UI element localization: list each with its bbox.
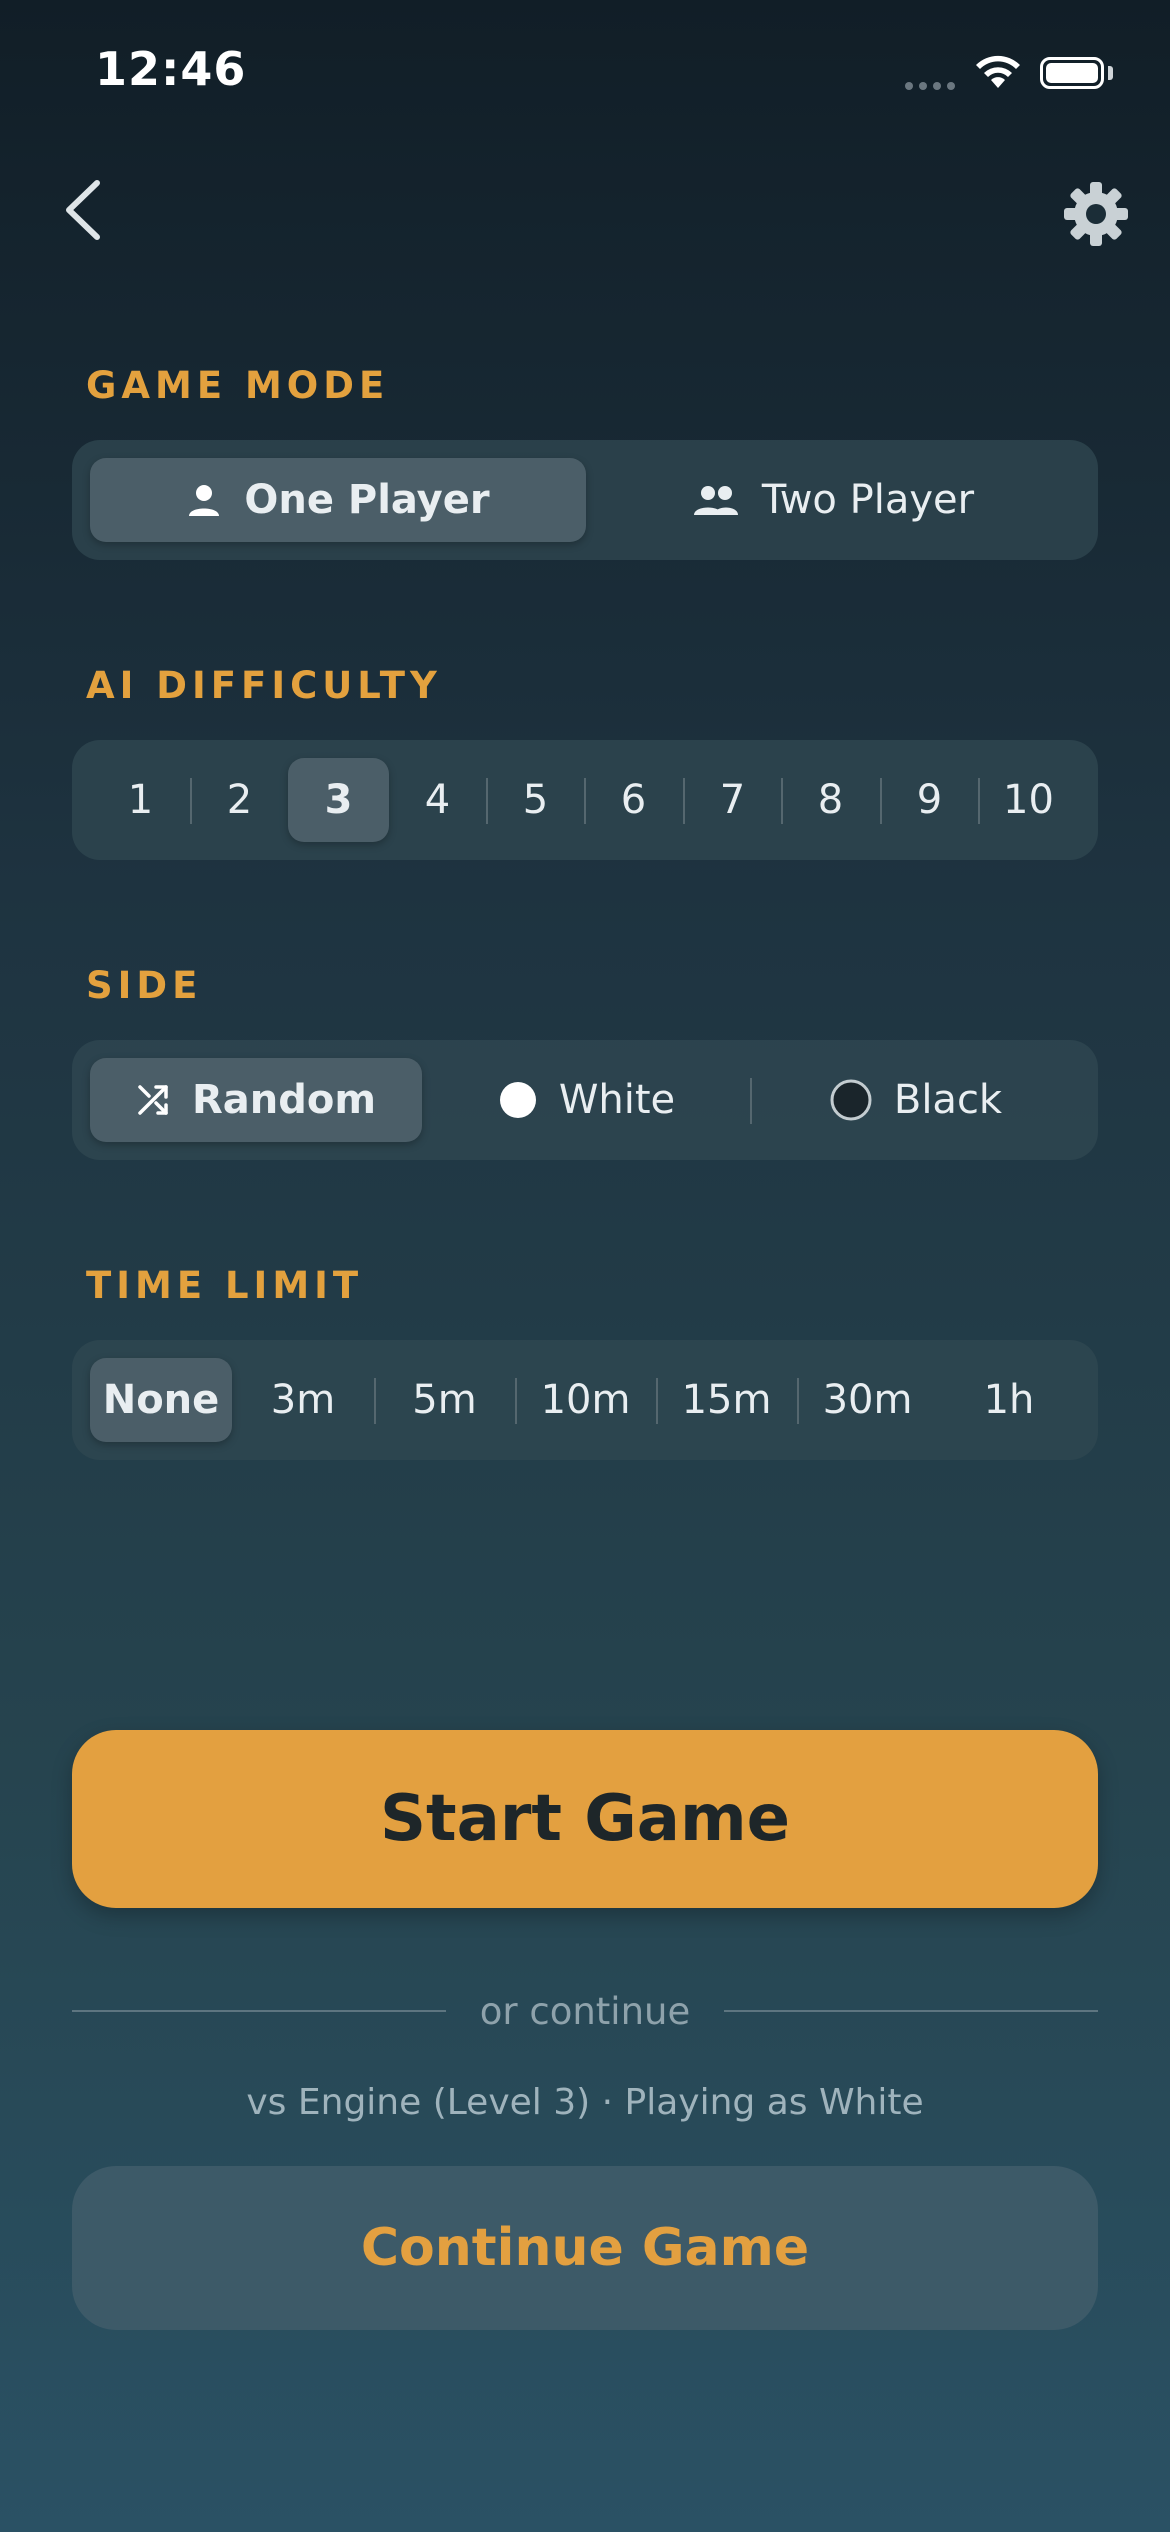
or-continue-text: or continue bbox=[479, 1990, 691, 2033]
time-limit-label: TIME LIMIT bbox=[86, 1264, 364, 1307]
shuffle-icon bbox=[136, 1083, 170, 1117]
black-circle-icon bbox=[830, 1079, 872, 1121]
difficulty-option-4[interactable]: 4 bbox=[388, 758, 487, 842]
continue-game-button[interactable]: Continue Game bbox=[72, 2166, 1098, 2330]
white-label: White bbox=[558, 1077, 676, 1123]
difficulty-option-6[interactable]: 6 bbox=[584, 758, 683, 842]
ai-difficulty-selector: 1 2 3 4 5 6 7 8 9 10 bbox=[72, 740, 1098, 860]
difficulty-option-10[interactable]: 10 bbox=[978, 758, 1079, 842]
time-option-3m[interactable]: 3m bbox=[232, 1358, 374, 1442]
time-option-5m[interactable]: 5m bbox=[374, 1358, 515, 1442]
status-time: 12:46 bbox=[95, 42, 247, 96]
gear-icon bbox=[1064, 182, 1128, 246]
time-option-15m[interactable]: 15m bbox=[656, 1358, 797, 1442]
saved-game-summary: vs Engine (Level 3) · Playing as White bbox=[246, 2082, 924, 2123]
ai-difficulty-label: AI DIFFICULTY bbox=[86, 664, 442, 707]
start-game-button[interactable]: Start Game bbox=[72, 1730, 1098, 1908]
two-player-option[interactable]: Two Player bbox=[586, 458, 1080, 542]
difficulty-option-5[interactable]: 5 bbox=[486, 758, 585, 842]
white-side-option[interactable]: White bbox=[422, 1058, 752, 1142]
battery-nub bbox=[1108, 66, 1113, 80]
wifi-icon bbox=[972, 50, 1024, 94]
difficulty-option-9[interactable]: 9 bbox=[880, 758, 979, 842]
chevron-left-icon bbox=[66, 180, 100, 240]
people-icon bbox=[692, 483, 740, 517]
difficulty-option-8[interactable]: 8 bbox=[781, 758, 880, 842]
game-mode-label: GAME MODE bbox=[86, 364, 390, 407]
one-player-label: One Player bbox=[244, 477, 490, 523]
difficulty-option-7[interactable]: 7 bbox=[683, 758, 782, 842]
time-limit-selector: None 3m 5m 10m 15m 30m 1h bbox=[72, 1340, 1098, 1460]
time-option-none[interactable]: None bbox=[90, 1358, 232, 1442]
time-option-10m[interactable]: 10m bbox=[515, 1358, 656, 1442]
person-icon bbox=[186, 482, 222, 518]
random-side-option[interactable]: Random bbox=[90, 1058, 422, 1142]
cellular-signal-icon bbox=[905, 82, 955, 90]
black-side-option[interactable]: Black bbox=[752, 1058, 1080, 1142]
time-option-30m[interactable]: 30m bbox=[797, 1358, 938, 1442]
difficulty-option-3[interactable]: 3 bbox=[288, 758, 389, 842]
difficulty-option-1[interactable]: 1 bbox=[91, 758, 190, 842]
two-player-label: Two Player bbox=[761, 477, 975, 523]
side-selector: Random White Black bbox=[72, 1040, 1098, 1160]
one-player-option[interactable]: One Player bbox=[90, 458, 586, 542]
black-label: Black bbox=[893, 1077, 1003, 1123]
game-mode-selector: One Player Two Player bbox=[72, 440, 1098, 560]
back-button[interactable] bbox=[55, 175, 115, 245]
side-label: SIDE bbox=[86, 964, 203, 1007]
difficulty-option-2[interactable]: 2 bbox=[190, 758, 289, 842]
time-option-1h[interactable]: 1h bbox=[938, 1358, 1080, 1442]
random-label: Random bbox=[191, 1077, 377, 1123]
settings-button[interactable] bbox=[1060, 178, 1132, 250]
battery-icon bbox=[1040, 57, 1104, 89]
white-circle-icon bbox=[499, 1081, 537, 1119]
